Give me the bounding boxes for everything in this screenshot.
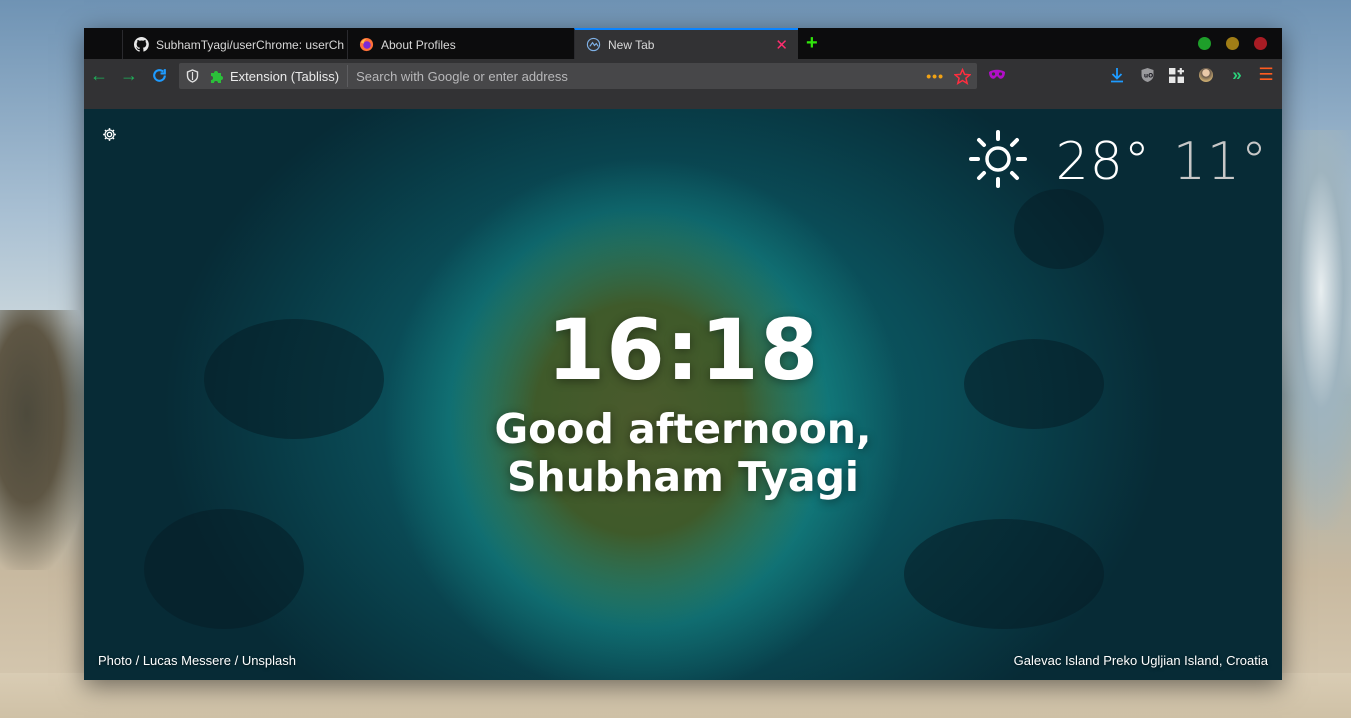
photo-credit: Photo / Lucas Messere / Unsplash	[98, 653, 296, 668]
sun-icon	[968, 129, 1028, 194]
photo-location[interactable]: Galevac Island Preko Ugljian Island, Cro…	[1014, 653, 1268, 668]
arrow-right-icon: →	[120, 64, 138, 85]
window-yellow-button[interactable]	[1226, 37, 1239, 50]
ublock-origin-icon: uO	[1141, 68, 1153, 82]
hamburger-menu-icon: ☰	[1258, 65, 1274, 84]
browser-window: SubhamTyagi/userChrome: userCh About Pro…	[84, 28, 1282, 680]
background-reef	[1014, 189, 1104, 269]
new-tab-page: 28° 11° 16:18 Good afternoon, Shubham Ty…	[84, 109, 1282, 680]
github-icon	[133, 37, 149, 53]
back-button[interactable]: ←	[88, 64, 110, 86]
extensions-grid-button[interactable]	[1165, 64, 1187, 86]
tab-title: About Profiles	[381, 37, 456, 52]
mask-icon	[989, 69, 1005, 79]
forward-button[interactable]: →	[118, 64, 140, 86]
private-mask-button[interactable]	[986, 64, 1008, 86]
background-reef	[144, 509, 304, 629]
address-input[interactable]	[348, 68, 927, 84]
tab-bar: SubhamTyagi/userChrome: userCh About Pro…	[84, 28, 1282, 59]
photographer-link[interactable]: Lucas Messere	[143, 653, 231, 668]
reload-icon	[152, 68, 166, 82]
clock-time: 16:18	[546, 301, 820, 399]
window-green-button[interactable]	[1198, 37, 1211, 50]
tab-title: SubhamTyagi/userChrome: userCh	[156, 37, 345, 52]
greeting: Good afternoon, Shubham Tyagi	[84, 405, 1282, 501]
downloads-button[interactable]	[1106, 64, 1128, 86]
tab-new-tab[interactable]: New Tab ✕	[574, 28, 798, 59]
arrow-left-icon: ←	[90, 64, 108, 85]
avatar-icon	[1199, 68, 1213, 82]
app-menu-button[interactable]: ☰	[1255, 64, 1277, 86]
tracking-protection-shield-icon[interactable]	[179, 63, 205, 89]
account-avatar-button[interactable]	[1195, 64, 1217, 86]
greeting-line: Good afternoon,	[494, 405, 872, 453]
extension-label: Extension (Tabliss)	[230, 68, 340, 84]
temperature-low: 11°	[1172, 131, 1268, 192]
navigation-toolbar: ← → Extension (Tabliss) •••	[84, 59, 1282, 109]
settings-gear-icon[interactable]	[102, 127, 117, 147]
new-tab-button[interactable]: +	[806, 32, 818, 54]
svg-text:uO: uO	[1143, 73, 1152, 80]
tabliss-icon	[585, 37, 601, 53]
greeting-name: Shubham Tyagi	[506, 453, 859, 501]
credit-prefix: Photo /	[98, 653, 143, 668]
url-bar[interactable]: Extension (Tabliss) •••	[179, 63, 977, 89]
credit-separator: /	[230, 653, 242, 668]
weather-widget: 28° 11°	[968, 129, 1268, 194]
double-chevron-icon: »	[1232, 65, 1242, 84]
download-arrow-icon	[1111, 68, 1123, 83]
tab-title: New Tab	[608, 37, 655, 52]
extension-identity-box[interactable]: Extension (Tabliss)	[205, 65, 349, 87]
bookmark-star-icon[interactable]	[954, 67, 971, 85]
close-tab-icon[interactable]: ✕	[775, 36, 788, 54]
reload-button[interactable]	[148, 64, 170, 86]
tab-about-profiles[interactable]: About Profiles	[347, 30, 574, 59]
grid-plus-icon	[1168, 67, 1184, 83]
unsplash-link[interactable]: Unsplash	[242, 653, 296, 668]
firefox-icon	[358, 37, 374, 53]
background-reef	[904, 519, 1104, 629]
desktop-waves	[1276, 130, 1351, 530]
puzzle-piece-icon	[211, 71, 223, 83]
ublock-button[interactable]: uO	[1136, 64, 1158, 86]
desktop-rocks	[0, 310, 90, 570]
tab-github[interactable]: SubhamTyagi/userChrome: userCh	[122, 30, 347, 59]
temperature-high: 28°	[1055, 131, 1151, 192]
page-actions-icon[interactable]: •••	[926, 68, 944, 84]
window-close-button[interactable]	[1254, 37, 1267, 50]
overflow-chevron-button[interactable]: »	[1226, 64, 1248, 86]
